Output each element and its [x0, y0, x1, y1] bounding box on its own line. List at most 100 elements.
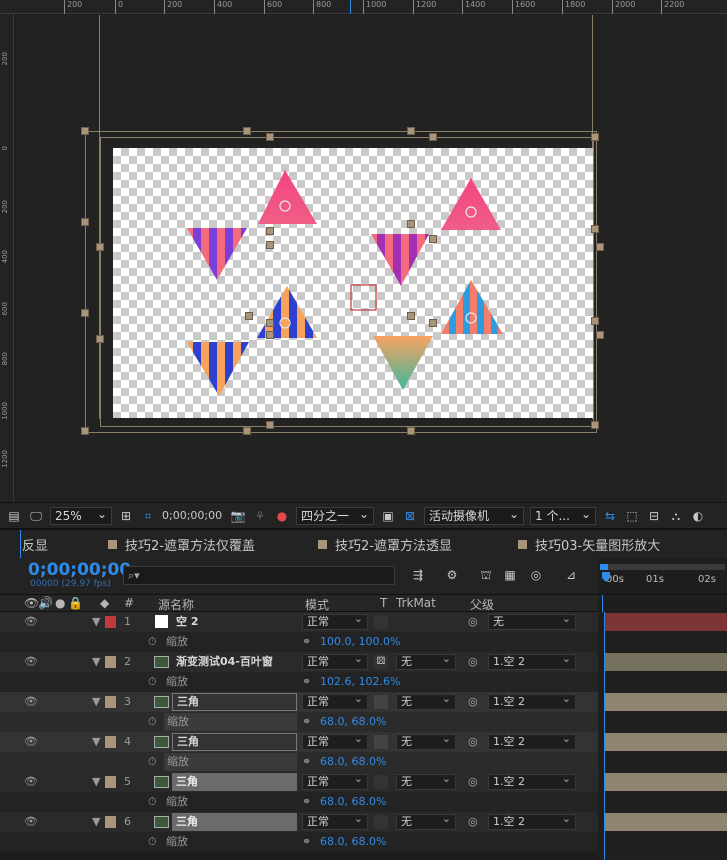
- draft-3d-icon[interactable]: ⇶: [410, 567, 426, 583]
- column-source-name[interactable]: 源名称: [158, 596, 194, 613]
- transform-handle[interactable]: [81, 127, 89, 135]
- stopwatch-icon[interactable]: ⏱: [148, 832, 157, 852]
- transform-handle[interactable]: [407, 312, 415, 320]
- transform-handle[interactable]: [429, 235, 437, 243]
- preserve-transparency[interactable]: [374, 815, 388, 829]
- link-icon[interactable]: ⚭: [302, 672, 311, 692]
- eye-icon[interactable]: 👁: [24, 812, 38, 832]
- blend-mode-select[interactable]: 正常: [302, 772, 368, 790]
- transform-handle[interactable]: [266, 227, 274, 235]
- transform-handle[interactable]: [591, 421, 599, 429]
- layer-row[interactable]: 👁 ▼ 6 三角 正常 无 ◎ 1.空 2: [0, 812, 600, 832]
- layer-row[interactable]: 👁 ▼ 1 空 2 正常 ◎ 无: [0, 612, 600, 632]
- transform-handle[interactable]: [81, 218, 89, 226]
- parent-select[interactable]: 1.空 2: [488, 732, 576, 750]
- preserve-transparency[interactable]: [374, 615, 388, 629]
- trkmat-select[interactable]: 无: [396, 812, 456, 830]
- transform-handle[interactable]: [407, 127, 415, 135]
- trkmat-select[interactable]: 无: [396, 692, 456, 710]
- stopwatch-icon[interactable]: ⏱: [148, 632, 157, 652]
- eye-icon[interactable]: 👁: [24, 732, 38, 752]
- composition-viewer[interactable]: [15, 15, 727, 502]
- transform-handle[interactable]: [407, 220, 415, 228]
- expand-icon[interactable]: ▼: [92, 612, 100, 632]
- time-ruler[interactable]: 00s 01s 02s: [598, 558, 727, 594]
- tab-invert[interactable]: 反显: [0, 535, 100, 554]
- transform-handle[interactable]: [266, 421, 274, 429]
- trkmat-select[interactable]: 无: [396, 732, 456, 750]
- pickwhip-icon[interactable]: ◎: [468, 652, 478, 672]
- scale-value[interactable]: 68.0, 68.0%: [320, 792, 386, 812]
- current-time[interactable]: 0;00;00;00: [28, 560, 131, 580]
- fast-preview-icon[interactable]: ⬚: [624, 508, 640, 524]
- pickwhip-icon[interactable]: ◎: [468, 772, 478, 792]
- label-swatch[interactable]: [105, 696, 116, 708]
- layer-duration-bar[interactable]: [604, 653, 727, 671]
- parent-select[interactable]: 1.空 2: [488, 692, 576, 710]
- show-snapshot-icon[interactable]: ⚘: [252, 508, 268, 524]
- layer-duration-bar[interactable]: [604, 693, 727, 711]
- expand-icon[interactable]: ▼: [92, 772, 100, 792]
- view-layout-select[interactable]: 1 个... ⌄: [530, 506, 596, 525]
- eye-icon[interactable]: 👁: [24, 652, 38, 672]
- scale-value[interactable]: 100.0, 100.0%: [320, 632, 400, 652]
- camera-select[interactable]: 活动摄像机 ⌄: [424, 506, 524, 525]
- scale-value[interactable]: 102.6, 102.6%: [320, 672, 400, 692]
- transform-handle[interactable]: [596, 243, 604, 251]
- parent-select[interactable]: 1.空 2: [488, 812, 576, 830]
- layer-duration-bar[interactable]: [604, 733, 727, 751]
- layer-name[interactable]: 三角: [172, 733, 297, 751]
- layer-row[interactable]: 👁 ▼ 3 三角 正常 无 ◎ 1.空 2: [0, 692, 600, 712]
- transform-handle[interactable]: [407, 427, 415, 435]
- layer-duration-bar[interactable]: [604, 813, 727, 831]
- expand-icon[interactable]: ▼: [92, 692, 100, 712]
- pickwhip-icon[interactable]: ◎: [468, 612, 478, 632]
- blend-mode-select[interactable]: 正常: [302, 652, 368, 670]
- chart-icon[interactable]: ⊿: [563, 567, 579, 583]
- transform-handle[interactable]: [591, 317, 599, 325]
- flowchart-icon[interactable]: ⛬: [668, 508, 684, 524]
- link-icon[interactable]: ⚭: [302, 832, 311, 852]
- expand-icon[interactable]: ▼: [92, 732, 100, 752]
- current-time-indicator[interactable]: [604, 612, 605, 860]
- grid-options-icon[interactable]: ⊞: [118, 508, 134, 524]
- layer-row[interactable]: 👁 ▼ 5 三角 正常 无 ◎ 1.空 2: [0, 772, 600, 792]
- search-input[interactable]: ⌕▾: [123, 566, 395, 585]
- transparency-grid-icon[interactable]: ⊠: [402, 508, 418, 524]
- layer-row[interactable]: 👁 ▼ 2 渐变测试04-百叶窗 正常 ⚄ 无 ◎ 1.空 2: [0, 652, 600, 672]
- transform-handle[interactable]: [243, 427, 251, 435]
- label-swatch[interactable]: [105, 776, 116, 788]
- scale-value[interactable]: 68.0, 68.0%: [320, 752, 386, 772]
- transform-handle[interactable]: [81, 427, 89, 435]
- tab-mask-cover[interactable]: 技巧2-遮罩方法仅覆盖: [100, 535, 310, 554]
- eye-icon[interactable]: 👁: [24, 612, 38, 632]
- blend-mode-select[interactable]: 正常: [302, 812, 368, 830]
- layer-name[interactable]: 空 2: [176, 612, 198, 632]
- parent-select[interactable]: 无: [488, 612, 576, 630]
- tab-mask-reveal[interactable]: 技巧2-遮罩方法透显: [310, 535, 510, 554]
- motion-blur-icon[interactable]: ▦: [502, 567, 518, 583]
- pickwhip-icon[interactable]: ◎: [468, 812, 478, 832]
- pickwhip-icon[interactable]: ◎: [468, 692, 478, 712]
- transform-handle[interactable]: [266, 319, 274, 327]
- layer-name[interactable]: 三角: [172, 693, 297, 711]
- label-swatch[interactable]: [105, 816, 116, 828]
- transform-handle[interactable]: [591, 133, 599, 141]
- preserve-transparency[interactable]: [374, 735, 388, 749]
- scale-value[interactable]: 68.0, 68.0%: [320, 832, 386, 852]
- preserve-transparency[interactable]: ⚄: [374, 655, 388, 669]
- transform-handle[interactable]: [596, 331, 604, 339]
- reset-exposure-icon[interactable]: ◐: [690, 508, 706, 524]
- trkmat-select[interactable]: 无: [396, 652, 456, 670]
- layer-name[interactable]: 三角: [172, 813, 297, 831]
- expand-icon[interactable]: ▼: [92, 652, 100, 672]
- stopwatch-icon[interactable]: ⏱: [148, 752, 157, 772]
- expand-icon[interactable]: ▼: [92, 812, 100, 832]
- toggle-pixel-icon[interactable]: ▤: [6, 508, 22, 524]
- link-icon[interactable]: ⚭: [302, 752, 311, 772]
- tab-vector-scale[interactable]: 技巧03-矢量图形放大: [510, 535, 700, 554]
- transform-handle[interactable]: [96, 243, 104, 251]
- layer-duration-bar[interactable]: [604, 613, 727, 631]
- layer-row[interactable]: 👁 ▼ 4 三角 正常 无 ◎ 1.空 2: [0, 732, 600, 752]
- region-of-interest-icon[interactable]: ▣: [380, 508, 396, 524]
